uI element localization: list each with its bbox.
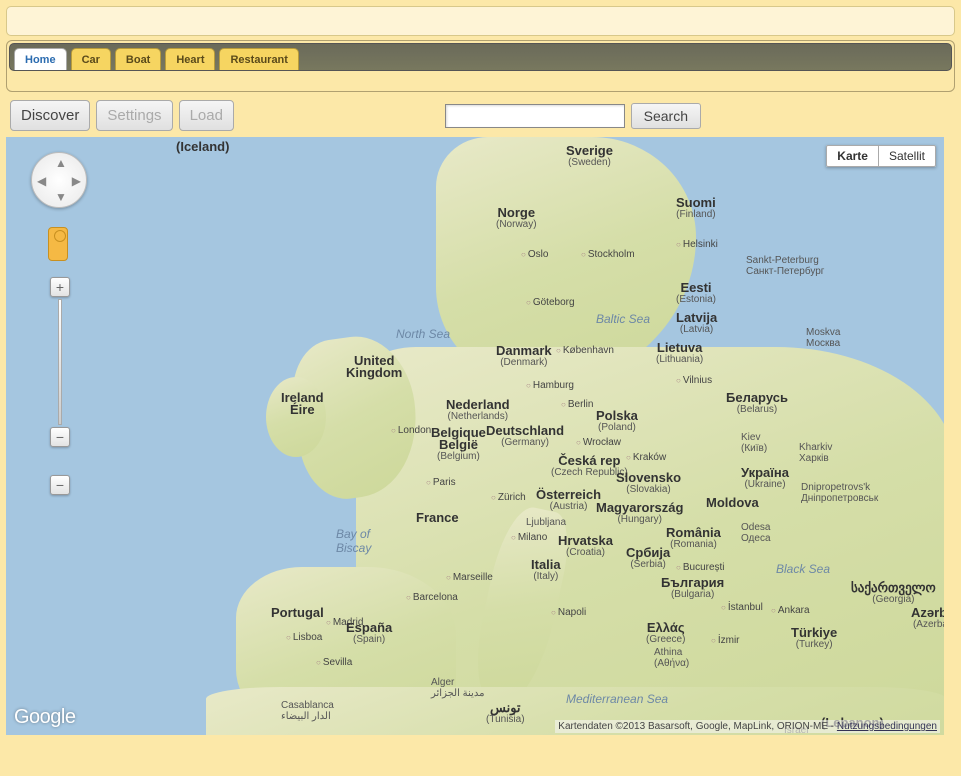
load-button: Load [179, 100, 234, 131]
tab-boat[interactable]: Boat [115, 48, 161, 70]
tab-home[interactable]: Home [14, 48, 67, 70]
search-input[interactable] [445, 104, 625, 128]
header-bar [6, 6, 955, 36]
maptype-switch: Karte Satellit [826, 145, 936, 167]
zoom-out-button[interactable]: − [50, 427, 70, 447]
tab-strip: Home Car Boat Heart Restaurant [9, 43, 952, 71]
city-moskva: Moskva Москва [806, 327, 840, 349]
pan-right-icon[interactable]: ▶ [72, 174, 81, 188]
toolbar: Discover Settings Load Search [6, 92, 955, 135]
attribution: Kartendaten ©2013 Basarsoft, Google, Map… [555, 720, 940, 733]
terms-link[interactable]: Nutzungsbedingungen [837, 721, 937, 732]
pan-control[interactable]: ▲ ▼ ◀ ▶ [31, 152, 87, 208]
zoom-in-button[interactable]: + [50, 277, 70, 297]
map[interactable]: North Sea Baltic Sea Bay of Biscay Medit… [6, 137, 944, 735]
discover-button[interactable]: Discover [10, 100, 90, 131]
zoom-out2-button[interactable]: − [50, 475, 70, 495]
country-latvija: Latvija(Latvia) [676, 312, 717, 336]
tab-body [9, 71, 952, 89]
tab-heart[interactable]: Heart [165, 48, 215, 70]
tab-car[interactable]: Car [71, 48, 111, 70]
zoom-slider[interactable] [58, 299, 62, 425]
pan-up-icon[interactable]: ▲ [55, 156, 67, 170]
city-spb: Sankt-Peterburg Санкт-Петербург [746, 255, 824, 277]
pan-down-icon[interactable]: ▼ [55, 190, 67, 204]
google-logo: Google [14, 706, 76, 729]
search-button[interactable]: Search [631, 103, 701, 129]
pegman-icon[interactable] [48, 227, 68, 261]
label-north-sea: North Sea [396, 327, 450, 341]
tab-panel: Home Car Boat Heart Restaurant [6, 40, 955, 92]
attribution-data: Kartendaten ©2013 Basarsoft, Google, Map… [558, 721, 828, 732]
tab-restaurant[interactable]: Restaurant [219, 48, 298, 70]
pan-left-icon[interactable]: ◀ [37, 174, 46, 188]
maptype-satellite[interactable]: Satellit [879, 145, 936, 167]
maptype-map[interactable]: Karte [826, 145, 879, 167]
country-iceland: (Iceland) [176, 141, 229, 153]
settings-button: Settings [96, 100, 172, 131]
